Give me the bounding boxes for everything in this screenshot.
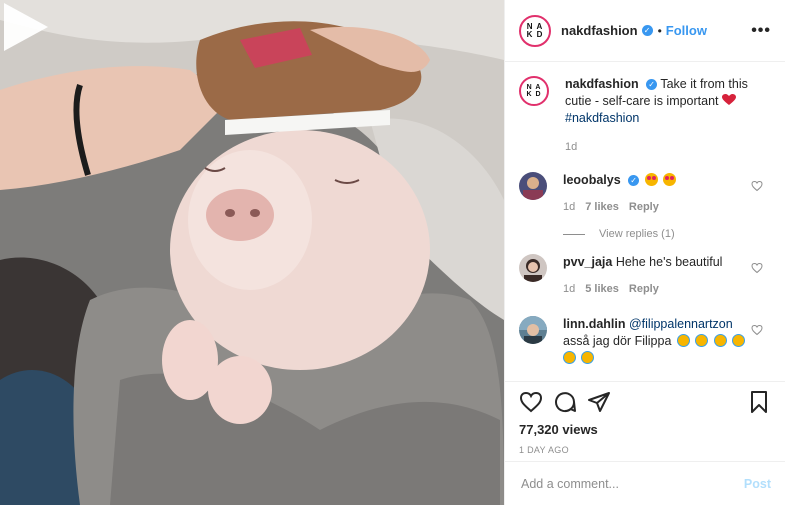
verified-badge-icon: ✓ — [641, 25, 653, 36]
view-count[interactable]: 77,320 views — [519, 422, 771, 437]
verified-badge-icon: ✓ — [646, 79, 658, 91]
comment-like-icon[interactable] — [751, 324, 763, 336]
comment-like-icon[interactable] — [751, 180, 763, 192]
comment-item: pvv_jaja Hehe he's beautiful 1d 5 likes … — [519, 254, 771, 298]
crying-emoji-icon — [713, 334, 727, 347]
crying-emoji-icon — [676, 334, 690, 347]
caption: N AK D nakdfashion ✓ Take it from this c… — [519, 76, 771, 156]
heart-eyes-emoji-icon — [644, 173, 658, 186]
comment-username[interactable]: pvv_jaja — [563, 255, 612, 269]
comment-item: leoobalys ✓ 1d 7 likes Reply — [519, 172, 771, 216]
crying-emoji-icon — [563, 351, 576, 364]
action-bar — [519, 384, 771, 420]
commenter-avatar[interactable] — [519, 316, 547, 344]
crying-emoji-icon — [695, 334, 709, 347]
comment-likes[interactable]: 5 likes — [585, 281, 619, 298]
comment-like-icon[interactable] — [751, 262, 763, 274]
comment-text: Hehe he's beautiful — [615, 255, 723, 269]
video-frame — [0, 0, 504, 505]
more-options-icon[interactable]: ••• — [751, 22, 771, 40]
reply-button[interactable]: Reply — [629, 281, 659, 298]
comments-list[interactable]: N AK D nakdfashion ✓ Take it from this c… — [505, 62, 785, 382]
caption-avatar[interactable]: N AK D — [519, 76, 549, 106]
mention-link[interactable]: @filippalennartzon — [629, 317, 733, 331]
comment-text: asså jag dör Filippa — [563, 334, 672, 348]
comment-likes[interactable]: 7 likes — [585, 199, 619, 216]
comment-age: 1d — [563, 283, 576, 295]
nakd-logo: N AK D — [526, 21, 544, 39]
comment-item: linn.dahlin @filippalennartzon asså jag … — [519, 316, 771, 367]
follow-button[interactable]: Follow — [666, 23, 707, 38]
author-avatar[interactable]: N AK D — [519, 14, 551, 47]
replies-divider — [563, 233, 585, 235]
caption-username[interactable]: nakdfashion — [565, 77, 639, 91]
post-header: N AK D nakdfashion ✓ • Follow ••• — [505, 0, 785, 62]
crying-emoji-icon — [732, 334, 746, 347]
comment-icon[interactable] — [553, 390, 577, 414]
crying-emoji-icon — [581, 351, 595, 364]
heart-icon[interactable] — [519, 390, 543, 414]
post-comment-button[interactable]: Post — [744, 477, 771, 491]
bookmark-icon[interactable] — [747, 390, 771, 414]
heart-eyes-emoji-icon — [663, 173, 677, 186]
post-date: 1 DAY AGO — [519, 445, 569, 455]
commenter-avatar[interactable] — [519, 254, 547, 282]
hashtag-link[interactable]: #nakdfashion — [565, 111, 639, 125]
comment-age: 1d — [563, 201, 576, 213]
view-replies-label: View replies (1) — [599, 228, 675, 240]
separator-dot: • — [657, 23, 662, 38]
commenter-avatar[interactable] — [519, 172, 547, 200]
play-icon[interactable] — [0, 0, 52, 54]
verified-badge-icon: ✓ — [628, 175, 640, 187]
author-username[interactable]: nakdfashion — [561, 23, 638, 38]
post-actions: 77,320 views 1 DAY AGO — [505, 381, 785, 455]
caption-age: 1d — [565, 141, 578, 153]
video-player[interactable] — [0, 0, 504, 505]
share-icon[interactable] — [587, 390, 611, 414]
comment-input[interactable] — [519, 475, 744, 492]
add-comment-bar: Post — [505, 461, 785, 505]
post-sidebar: N AK D nakdfashion ✓ • Follow ••• N AK D… — [504, 0, 785, 505]
comment-username[interactable]: leoobalys — [563, 173, 621, 187]
comment-username[interactable]: linn.dahlin — [563, 317, 626, 331]
view-replies-button[interactable]: View replies (1) — [563, 228, 771, 240]
nakd-logo: N AK D — [526, 84, 542, 98]
reply-button[interactable]: Reply — [629, 199, 659, 216]
post-dialog: N AK D nakdfashion ✓ • Follow ••• N AK D… — [0, 0, 785, 505]
red-heart-emoji-icon — [722, 94, 737, 105]
